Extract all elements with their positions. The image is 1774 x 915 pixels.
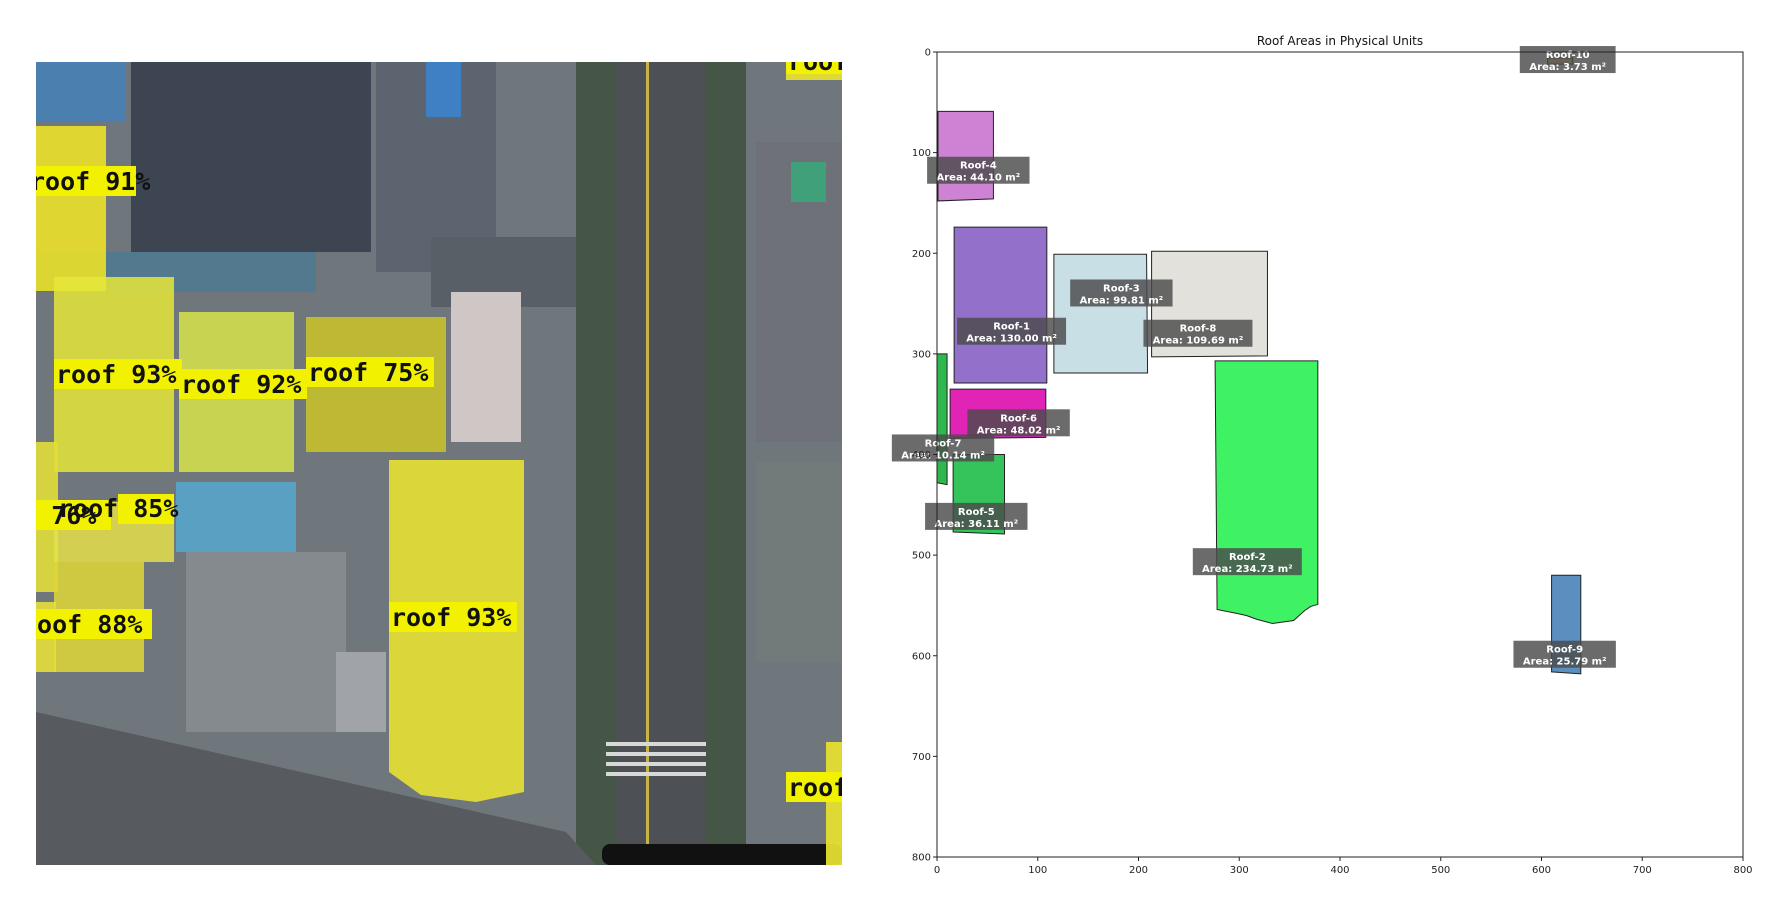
x-tick-label: 800 [1733,865,1752,876]
chart-title: Roof Areas in Physical Units [1257,34,1423,48]
roof-name: Roof-9 [1546,645,1583,656]
roof-name: Roof-7 [925,438,962,449]
aerial-scene: roof 91% roof 93% roof 92% roof 75% roof… [36,62,842,865]
detection-label: roof 93% [391,603,511,632]
roof-area-label: Area: 109.69 m² [1153,336,1244,347]
x-tick-label: 700 [1633,865,1652,876]
roof-label-roof-5: Roof-5Area: 36.11 m² [925,502,1028,530]
roof-area-label: Area: 3.73 m² [1529,62,1606,73]
plot-frame [936,51,1744,858]
y-tick-label: 800 [912,853,931,864]
building [336,652,386,732]
x-tick-label: 200 [1129,865,1148,876]
detection-label: roof [788,773,842,802]
y-tick-label: 0 [925,48,931,59]
x-tick-label: 400 [1330,865,1349,876]
roof-label-roof-7: Roof-7Area: 10.14 m² [891,434,995,462]
roof-area-chart: Roof Areas in Physical Units Roof-1 Area:… [880,20,1760,900]
roof-area-label: Area: 44.10 m² [937,173,1021,184]
detection-label: roof 93% [56,360,176,389]
roof-polygon-roof-2 [1214,360,1319,625]
building-blue-roof [176,482,296,552]
roof-label-roof-4: Roof-4Area: 44.10 m² [927,156,1030,184]
roof-label-roof-9: Roof-9Area: 25.79 m² [1513,640,1616,668]
building-green-roof [791,162,826,202]
x-tick-label: 600 [1532,865,1551,876]
roof-area-label: Area: 99.81 m² [1080,295,1164,306]
parking-lot [186,552,346,732]
detection-label: roof [788,62,842,76]
roof-name: Roof-6 [1000,413,1037,424]
tree-median [706,62,746,865]
building-light-roof [451,292,521,442]
roof-label-roof-6: Roof-6Area: 48.02 m² [967,409,1070,437]
y-tick-label: 200 [912,249,931,260]
roof-name: Roof-2 [1229,552,1266,563]
y-tick-label: 700 [912,752,931,763]
roof-area-label: Area: 234.73 m² [1202,564,1293,575]
roof-polygons [936,57,1582,675]
roof-name: Roof-5 [958,507,995,518]
roof-label-roof-10: Roof-10Area: 3.73 m² [1519,46,1616,74]
roof-label-roof-1: Roof-1Area: 130.00 m² [957,317,1067,345]
roof-name: Roof-1 [993,322,1030,333]
roof-polygon-roof-7 [936,353,948,486]
detection-label: roof 88% [36,610,142,639]
roof-polygon-roof-4 [937,110,994,202]
building-dark-roof [131,62,371,252]
overlay-bar [602,844,842,865]
building [756,462,842,662]
roof-label-roof-3: Roof-3Area: 99.81 m² [1070,279,1173,307]
roof-area-label: Area: 36.11 m² [934,519,1018,530]
x-tick-label: 500 [1431,865,1450,876]
detection-label: roof 92% [181,370,301,399]
roof-polygon-roof-3 [1053,253,1149,374]
roof-area-label: Area: 25.79 m² [1523,657,1607,668]
roof-name: Roof-8 [1180,324,1217,335]
roof-label-roof-2: Roof-2Area: 234.73 m² [1192,548,1302,576]
y-tick-label: 400 [912,450,931,461]
detection-label: roof 91% [36,167,150,196]
roof-area-label: Area: 130.00 m² [966,334,1057,345]
x-tick-label: 300 [1230,865,1249,876]
detection-mask [36,126,106,291]
detection-label: roof 85% [58,494,178,523]
roof-label-roof-8: Roof-8Area: 109.69 m² [1143,319,1253,347]
building-blue-roof [36,62,126,122]
building-blue-roof [426,62,461,117]
detection-label: roof 75% [308,358,428,387]
y-tick-label: 300 [912,349,931,360]
roof-name: Roof-4 [960,161,997,172]
axes: 0 100 200 300 400 500 600 700 800010020030040050… [912,48,1753,877]
x-tick-label: 100 [1028,865,1047,876]
detection-mask [826,742,842,865]
x-tick-label: 0 [934,865,940,876]
roof-polygon-roof-1 [953,226,1048,384]
chart-svg: Roof Areas in Physical Units Roof-1Area:… [891,34,1753,877]
y-tick-label: 600 [912,651,931,662]
y-tick-label: 100 [912,148,931,159]
y-tick-label: 500 [912,551,931,562]
roof-name: Roof-3 [1103,283,1140,294]
aerial-image: roof 91% roof 93% roof 92% roof 75% roof… [36,62,842,865]
